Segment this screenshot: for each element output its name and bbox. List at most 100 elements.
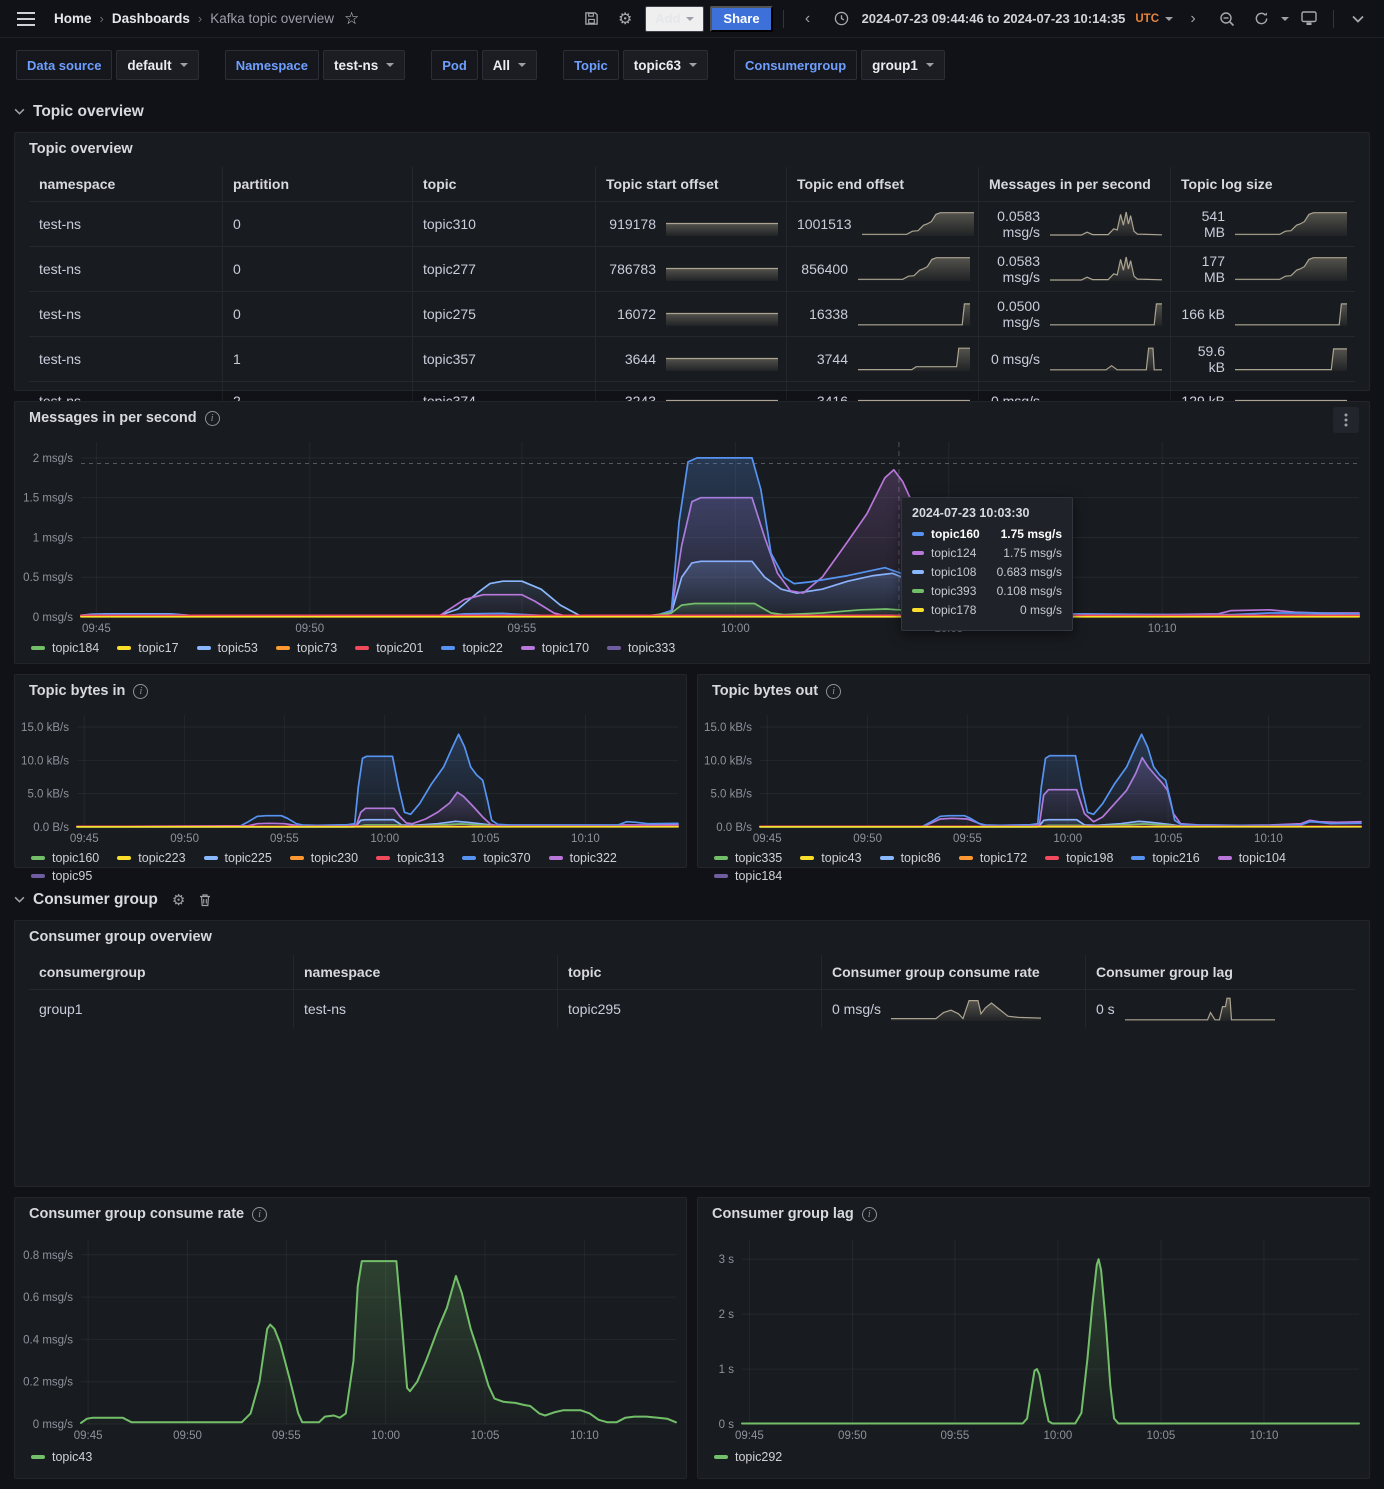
panel-header[interactable]: Consumer group lag i — [698, 1198, 1369, 1230]
legend-item[interactable]: topic333 — [607, 641, 675, 655]
breadcrumb-dashboards[interactable]: Dashboards — [112, 11, 190, 26]
consume-rate-chart[interactable]: 0 msg/s0.2 msg/s0.4 msg/s0.6 msg/s0.8 ms… — [15, 1230, 686, 1448]
dashboard-settings-gear-icon[interactable]: ⚙ — [611, 5, 639, 33]
refresh-icon[interactable] — [1247, 5, 1275, 33]
table-cell: 16338 — [786, 292, 978, 336]
legend-item[interactable]: topic17 — [117, 641, 178, 655]
time-range-back-icon[interactable]: ‹ — [794, 5, 822, 33]
legend-item[interactable]: topic95 — [31, 869, 92, 883]
panel-header[interactable]: Consumer group overview — [15, 921, 1369, 953]
panel-header[interactable]: Consumer group consume rate i — [15, 1198, 686, 1230]
filter-label[interactable]: Consumergroup — [734, 50, 857, 80]
legend-item[interactable]: topic225 — [204, 851, 272, 865]
dashboard-content: Topic overview Topic overview namespacep… — [0, 100, 1384, 1489]
time-range-label[interactable]: 2024-07-23 09:44:46 to 2024-07-23 10:14:… — [862, 11, 1126, 26]
legend-series-label: topic53 — [218, 641, 258, 655]
share-button[interactable]: Share — [710, 6, 772, 32]
messages-chart[interactable]: 0 msg/s0.5 msg/s1 msg/s1.5 msg/s2 msg/s0… — [15, 434, 1369, 639]
legend-item[interactable]: topic160 — [31, 851, 99, 865]
sparkline — [1050, 346, 1162, 372]
legend-item[interactable]: topic172 — [959, 851, 1027, 865]
legend-item[interactable]: topic104 — [1218, 851, 1286, 865]
legend-item[interactable]: topic53 — [197, 641, 258, 655]
panel-consumer-group-lag: Consumer group lag i 0 s1 s2 s3 s09:4509… — [697, 1197, 1370, 1479]
legend-item[interactable]: topic370 — [462, 851, 530, 865]
info-icon[interactable]: i — [205, 411, 220, 426]
panel-menu-kebab-icon[interactable] — [1333, 407, 1359, 433]
legend-item[interactable]: topic216 — [1131, 851, 1199, 865]
legend-item[interactable]: topic201 — [355, 641, 423, 655]
panel-header[interactable]: Topic overview — [15, 133, 1369, 165]
tooltip-series-row: topic1080.683 msg/s — [912, 565, 1062, 579]
filter-label[interactable]: Namespace — [225, 50, 319, 80]
filter-value-dropdown[interactable]: topic63 — [623, 50, 708, 80]
legend-item[interactable]: topic43 — [800, 851, 861, 865]
save-dashboard-icon[interactable] — [577, 5, 605, 33]
legend-item[interactable]: topic198 — [1045, 851, 1113, 865]
filter-value-dropdown[interactable]: test-ns — [323, 50, 405, 80]
svg-text:10:05: 10:05 — [1147, 1430, 1176, 1442]
legend-item[interactable]: topic322 — [549, 851, 617, 865]
consumer-group-table: consumergroupnamespacetopicConsumer grou… — [15, 953, 1369, 1036]
info-icon[interactable]: i — [862, 1207, 877, 1222]
legend-series-label: topic201 — [376, 641, 423, 655]
legend-item[interactable]: topic86 — [880, 851, 941, 865]
info-icon[interactable]: i — [133, 684, 148, 699]
svg-text:10:00: 10:00 — [370, 833, 399, 845]
kiosk-monitor-icon[interactable] — [1295, 5, 1323, 33]
timezone-label[interactable]: UTC — [1135, 13, 1159, 25]
panel-header[interactable]: Topic bytes in i — [15, 675, 686, 707]
cell-value: 0 s — [1096, 1001, 1125, 1017]
tooltip-series-name: topic124 — [931, 546, 996, 560]
sparkline — [666, 301, 778, 327]
consumer-lag-chart[interactable]: 0 s1 s2 s3 s09:4509:5009:5510:0010:0510:… — [698, 1230, 1369, 1448]
legend-item[interactable]: topic22 — [441, 641, 502, 655]
refresh-interval-chevron-icon[interactable] — [1281, 17, 1289, 21]
legend-item[interactable]: topic184 — [31, 641, 99, 655]
collapse-chevron-icon[interactable] — [1344, 5, 1372, 33]
table-cell: test-ns — [29, 202, 222, 246]
legend-item[interactable]: topic230 — [290, 851, 358, 865]
filter-label[interactable]: Pod — [431, 50, 478, 80]
chevron-down-icon — [386, 63, 394, 67]
info-icon[interactable]: i — [826, 684, 841, 699]
hamburger-menu-icon[interactable] — [12, 5, 40, 33]
add-button[interactable]: Add — [645, 6, 704, 32]
legend-series-color — [1045, 856, 1059, 860]
clock-icon[interactable] — [828, 5, 856, 33]
consumer-lag-legend: topic292 — [698, 1448, 1369, 1472]
time-range-forward-icon[interactable]: › — [1179, 5, 1207, 33]
favorite-star-icon[interactable]: ☆ — [344, 9, 359, 29]
legend-series-label: topic170 — [542, 641, 589, 655]
legend-item[interactable]: topic335 — [714, 851, 782, 865]
filter-label[interactable]: Data source — [16, 50, 112, 80]
filter-value-dropdown[interactable]: default — [116, 50, 198, 80]
zoom-out-icon[interactable] — [1213, 5, 1241, 33]
breadcrumb-home[interactable]: Home — [54, 11, 92, 26]
cell-value: 856400 — [797, 261, 858, 277]
chevron-down-icon[interactable] — [1165, 17, 1173, 21]
topic-bytes-out-chart[interactable]: 0.0 B/s5.0 kB/s10.0 kB/s15.0 kB/s09:4509… — [698, 707, 1369, 849]
chevron-down-icon — [14, 108, 25, 115]
info-icon[interactable]: i — [252, 1207, 267, 1222]
legend-item[interactable]: topic73 — [276, 641, 337, 655]
legend-item[interactable]: topic313 — [376, 851, 444, 865]
section-topic-overview[interactable]: Topic overview — [14, 100, 1370, 124]
svg-text:09:45: 09:45 — [753, 833, 782, 845]
table-cell: 856400 — [786, 247, 978, 291]
sparkline-svg — [666, 211, 778, 237]
legend-item[interactable]: topic170 — [521, 641, 589, 655]
divider — [1333, 10, 1334, 28]
panel-header[interactable]: Messages in per second i — [15, 402, 1369, 434]
panel-header[interactable]: Topic bytes out i — [698, 675, 1369, 707]
topic-bytes-in-chart[interactable]: 0.0 B/s5.0 kB/s10.0 kB/s15.0 kB/s09:4509… — [15, 707, 686, 849]
filter-value-dropdown[interactable]: All — [482, 50, 537, 80]
filter-label[interactable]: Topic — [563, 50, 619, 80]
row-settings-gear-icon[interactable]: ⚙ — [172, 891, 185, 909]
legend-item[interactable]: topic223 — [117, 851, 185, 865]
sparkline-svg — [666, 301, 778, 327]
legend-item[interactable]: topic184 — [714, 869, 782, 883]
row-delete-trash-icon[interactable] — [199, 893, 211, 907]
section-consumer-group[interactable]: Consumer group ⚙ — [14, 888, 1370, 912]
filter-value-dropdown[interactable]: group1 — [861, 50, 945, 80]
